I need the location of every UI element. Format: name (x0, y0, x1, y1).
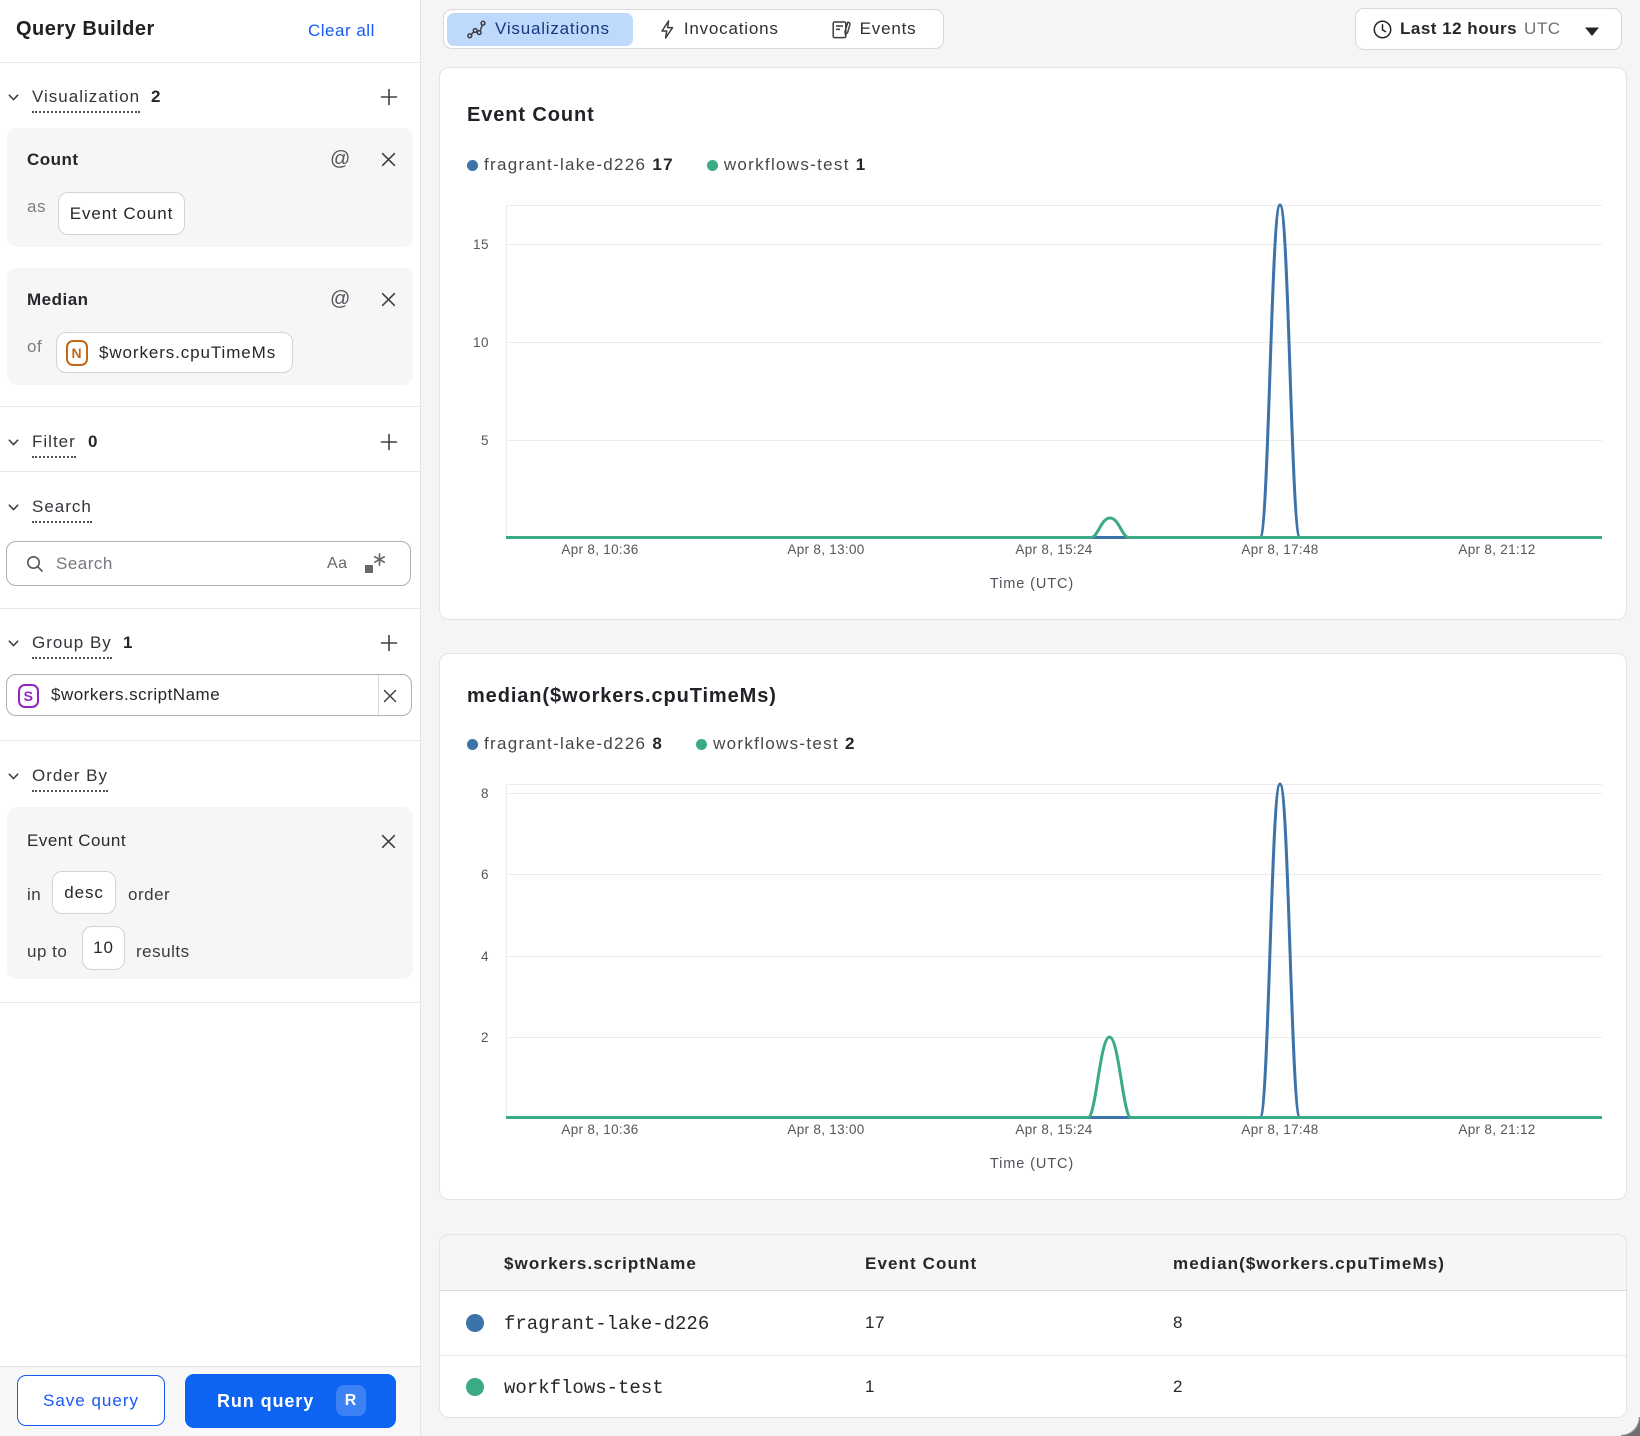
svg-text:15: 15 (473, 237, 489, 252)
svg-text:Apr 8, 17:48: Apr 8, 17:48 (1241, 1122, 1318, 1137)
svg-text:Apr 8, 13:00: Apr 8, 13:00 (787, 1122, 864, 1137)
svg-text:2: 2 (481, 1030, 489, 1045)
svg-text:Time (UTC): Time (UTC) (990, 576, 1074, 592)
svg-text:Apr 8, 10:36: Apr 8, 10:36 (561, 542, 638, 557)
svg-text:8: 8 (481, 786, 489, 801)
svg-text:Apr 8, 13:00: Apr 8, 13:00 (787, 542, 864, 557)
svg-text:Apr 8, 17:48: Apr 8, 17:48 (1241, 542, 1318, 557)
svg-text:4: 4 (481, 949, 489, 964)
svg-text:Apr 8, 15:24: Apr 8, 15:24 (1015, 542, 1092, 557)
svg-text:Apr 8, 21:12: Apr 8, 21:12 (1458, 1122, 1535, 1137)
svg-text:10: 10 (473, 335, 489, 350)
svg-text:Apr 8, 15:24: Apr 8, 15:24 (1015, 1122, 1092, 1137)
svg-text:6: 6 (481, 867, 489, 882)
svg-text:Apr 8, 21:12: Apr 8, 21:12 (1458, 542, 1535, 557)
svg-text:Apr 8, 10:36: Apr 8, 10:36 (561, 1122, 638, 1137)
svg-text:5: 5 (481, 433, 489, 448)
svg-text:Time (UTC): Time (UTC) (990, 1156, 1074, 1172)
